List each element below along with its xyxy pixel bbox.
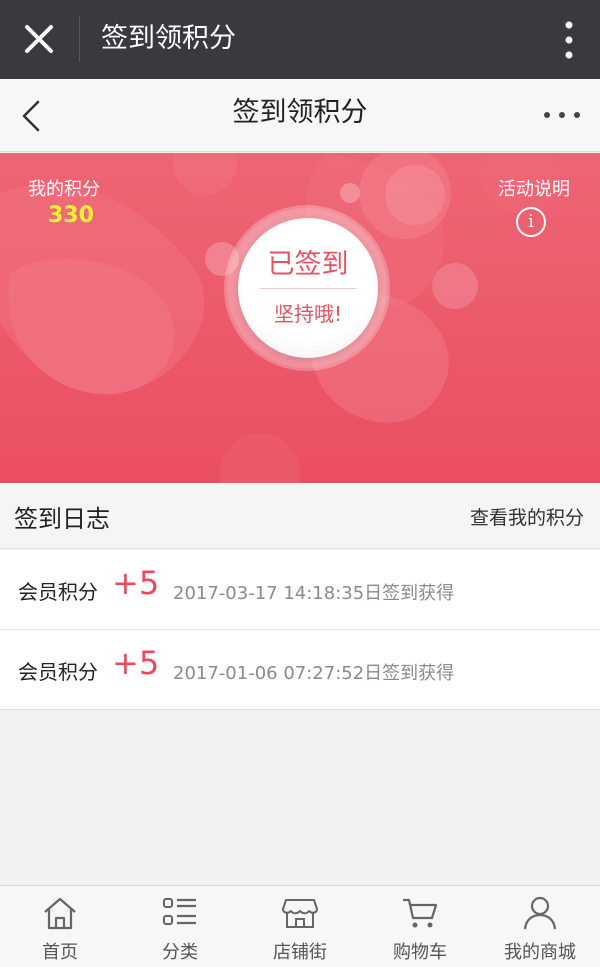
tab-store-street[interactable]: 店铺街	[240, 886, 360, 967]
entry-description: 2017-03-17 14:18:35日签到获得	[173, 583, 455, 604]
tab-home[interactable]: 首页	[0, 886, 120, 967]
tab-label: 分类	[162, 942, 198, 963]
tab-label: 我的商城	[504, 942, 576, 963]
divider	[260, 288, 356, 289]
wechat-title-bar: 签到领积分	[0, 0, 600, 79]
more-vertical-icon[interactable]	[564, 20, 574, 60]
entry-label: 会员积分	[18, 660, 98, 684]
close-icon[interactable]	[18, 18, 60, 60]
tab-label: 购物车	[393, 942, 447, 963]
home-icon	[44, 897, 76, 930]
page-title: 签到领积分	[232, 97, 368, 128]
list-icon	[163, 898, 196, 925]
sign-log-header: 签到日志 查看我的积分	[0, 483, 600, 549]
sign-in-status: 已签到	[267, 249, 349, 280]
entry-label: 会员积分	[18, 580, 98, 604]
tab-cart[interactable]: 购物车	[360, 886, 480, 967]
points-banner: 我的积分 330 活动说明 i 已签到 坚持哦!	[0, 153, 600, 483]
view-my-points-link[interactable]: 查看我的积分	[470, 503, 584, 530]
list-item: 会员积分 +5 2017-01-06 07:27:52日签到获得	[0, 630, 600, 710]
tab-label: 店铺街	[273, 942, 327, 963]
cart-icon	[403, 898, 438, 928]
bottom-tab-bar: 首页 分类 店铺街 购物车 我的商城	[0, 885, 600, 967]
sign-log-list: 会员积分 +5 2017-03-17 14:18:35日签到获得 会员积分 +5…	[0, 550, 600, 710]
tab-my-mall[interactable]: 我的商城	[480, 886, 600, 967]
my-points-label: 我的积分	[28, 179, 100, 200]
sign-in-encouragement: 坚持哦!	[273, 302, 343, 326]
wechat-title: 签到领积分	[101, 23, 236, 54]
section-title: 签到日志	[14, 505, 110, 533]
entry-points: +5	[112, 564, 160, 602]
more-horizontal-icon[interactable]	[542, 109, 582, 121]
info-icon[interactable]: i	[516, 207, 546, 237]
tab-label: 首页	[42, 942, 78, 963]
store-icon	[282, 899, 318, 928]
divider	[79, 16, 80, 62]
user-icon	[523, 896, 557, 930]
activity-rules-link[interactable]: 活动说明	[498, 175, 570, 201]
my-points-value: 330	[48, 203, 94, 228]
sign-in-button[interactable]: 已签到 坚持哦!	[238, 218, 378, 358]
entry-description: 2017-01-06 07:27:52日签到获得	[173, 663, 455, 684]
tab-category[interactable]: 分类	[120, 886, 240, 967]
list-item: 会员积分 +5 2017-03-17 14:18:35日签到获得	[0, 550, 600, 630]
page-nav-bar: 签到领积分	[0, 79, 600, 152]
entry-points: +5	[112, 644, 160, 682]
